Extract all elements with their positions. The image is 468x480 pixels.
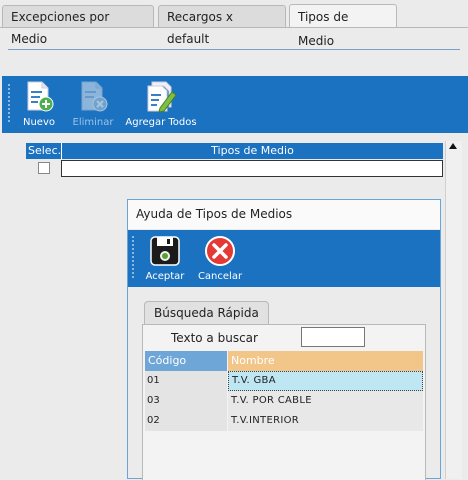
scroll-up-arrow-icon[interactable]: [449, 143, 457, 149]
tab-divider: [0, 27, 468, 28]
vertical-scrollbar[interactable]: [445, 141, 462, 479]
delete-document-icon: [81, 81, 108, 112]
codigo-cell: 01: [145, 371, 227, 391]
column-header-codigo[interactable]: Código: [145, 351, 227, 371]
add-all-documents-icon: [147, 81, 177, 113]
tab-label: Excepciones por Medio: [11, 10, 110, 46]
cancel-x-icon: [205, 236, 235, 266]
tab-label: Tipos de Medio: [298, 10, 349, 48]
codigo-cell: 03: [145, 391, 227, 411]
eliminar-label: Eliminar: [72, 117, 114, 128]
column-header-tipos-de-medio[interactable]: Tipos de Medio: [62, 143, 443, 159]
table-row[interactable]: [26, 160, 443, 177]
nombre-cell: T.V.INTERIOR: [228, 411, 423, 431]
agregar-todos-label: Agregar Todos: [125, 117, 197, 128]
dialog-toolbar: Aceptar Cancelar: [128, 230, 440, 287]
eliminar-button[interactable]: Eliminar: [72, 80, 114, 128]
nombre-cell: T.V. POR CABLE: [228, 391, 423, 411]
new-document-plus-icon: [27, 81, 54, 112]
column-header-nombre[interactable]: Nombre: [228, 351, 423, 371]
table-row[interactable]: 01 T.V. GBA: [145, 371, 423, 391]
codigo-cell: 02: [145, 411, 227, 431]
tab-busqueda-rapida[interactable]: Búsqueda Rápida: [144, 301, 269, 324]
search-label: Texto a buscar: [171, 331, 258, 345]
tab-tipos-de-medio[interactable]: Tipos de Medio: [289, 4, 397, 48]
save-disk-icon: [150, 236, 180, 266]
tab-bar: Excepciones por Medio Recargos x default…: [0, 0, 468, 48]
tab-recargos-x-default[interactable]: Recargos x default: [158, 5, 286, 46]
busqueda-rapida-panel: Texto a buscar Código Nombre 01 T.V. GBA…: [142, 324, 426, 480]
main-toolbar: Nuevo Eliminar Agregar Todos: [2, 76, 468, 133]
dialog-title: Ayuda de Tipos de Medios: [128, 200, 440, 229]
cancelar-button[interactable]: Cancelar: [196, 234, 244, 282]
agregar-todos-button[interactable]: Agregar Todos: [124, 80, 198, 128]
table-row[interactable]: 02 T.V.INTERIOR: [145, 411, 423, 431]
aceptar-label: Aceptar: [145, 271, 185, 282]
toolbar-grip: [8, 84, 10, 124]
search-input[interactable]: [301, 327, 365, 347]
tab-excepciones-por-medio[interactable]: Excepciones por Medio: [2, 5, 154, 46]
aceptar-button[interactable]: Aceptar: [144, 234, 186, 282]
grid-header: Selec. Tipos de Medio: [26, 143, 443, 159]
nombre-cell: T.V. GBA: [228, 371, 423, 391]
results-header: Código Nombre: [145, 351, 423, 371]
nuevo-label: Nuevo: [22, 117, 55, 128]
tipo-de-medio-cell[interactable]: [61, 160, 443, 177]
toolbar-grip: [132, 236, 134, 278]
tab-label: Recargos x default: [167, 10, 233, 46]
cancelar-label: Cancelar: [197, 271, 243, 282]
section-rule: [8, 49, 460, 50]
row-checkbox[interactable]: [38, 162, 50, 174]
ayuda-tipos-de-medios-dialog: Ayuda de Tipos de Medios Aceptar Cancela…: [127, 199, 441, 480]
nuevo-button[interactable]: Nuevo: [18, 80, 60, 128]
column-header-select[interactable]: Selec.: [26, 143, 62, 159]
table-row[interactable]: 03 T.V. POR CABLE: [145, 391, 423, 411]
